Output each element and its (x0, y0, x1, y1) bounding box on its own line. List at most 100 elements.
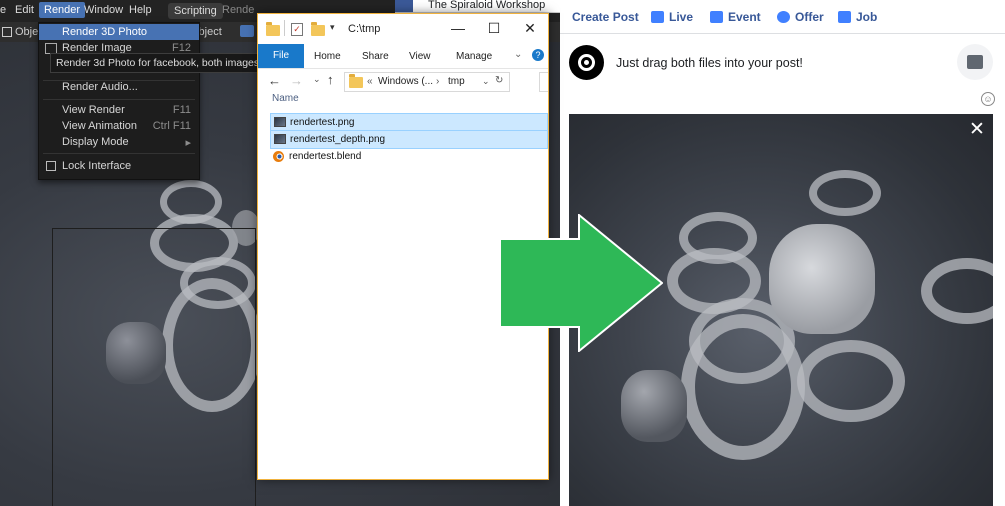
up-arrow-icon[interactable]: ↑ (327, 72, 334, 87)
menu-separator (43, 153, 195, 154)
help-icon[interactable]: ? (532, 49, 544, 61)
torus-shape (797, 340, 905, 422)
avatar[interactable] (569, 45, 604, 80)
create-post-button[interactable]: Create Post (572, 10, 639, 24)
explorer-titlebar[interactable]: ✓ ▾ C:\tmp — ☐ ✕ (258, 14, 548, 44)
minimize-icon[interactable]: — (440, 14, 476, 44)
menu-item-label: Render 3D Photo (62, 26, 147, 38)
forward-arrow-icon[interactable]: → (290, 73, 303, 88)
live-button[interactable]: Live (651, 10, 693, 24)
file-name: rendertest_depth.png (290, 134, 386, 145)
spiral-eye-icon (578, 54, 595, 71)
menu-item-render-3d-photo[interactable]: Render 3D Photo (39, 24, 199, 40)
column-header-name[interactable]: Name (272, 93, 299, 104)
recent-locations-icon[interactable]: ⌄ (313, 74, 321, 85)
camera-frame (52, 228, 256, 506)
properties-icon[interactable]: ✓ (291, 23, 303, 36)
image-file-icon (274, 134, 286, 144)
address-bar-row: ← → ⌄ ↑ « Windows (... › tmp ⌄ ↻ (258, 68, 548, 98)
torus-shape (809, 170, 881, 216)
event-button[interactable]: Event (710, 10, 761, 24)
tab-rendering[interactable]: Rende (222, 4, 254, 16)
menu-item-shortcut: Ctrl F11 (152, 120, 191, 132)
tab-home[interactable]: Home (314, 51, 341, 62)
blender-file-icon (273, 151, 284, 162)
menu-item-view-animation[interactable]: View Animation Ctrl F11 (39, 118, 199, 134)
tab-share[interactable]: Share (362, 51, 389, 62)
submenu-arrow-icon: ▸ (185, 137, 191, 149)
file-item-rendertest-depth-png[interactable]: rendertest_depth.png (270, 130, 548, 149)
menu-item-label: Lock Interface (62, 160, 132, 172)
menu-item-label: Render Audio... (62, 81, 138, 93)
expand-ribbon-icon[interactable]: ⌄ (514, 49, 522, 60)
page-title[interactable]: The Spiraloid Workshop (428, 0, 545, 11)
customize-toolbar-icon[interactable]: ▾ (330, 22, 335, 33)
cube-shape (621, 370, 687, 442)
facebook-page-header: The Spiraloid Workshop (395, 0, 568, 13)
menu-render[interactable]: Render (39, 2, 86, 18)
menu-item-shortcut: F11 (172, 104, 191, 116)
photo-icon (967, 55, 983, 69)
add-photo-button[interactable] (957, 44, 993, 80)
back-arrow-icon[interactable]: ← (268, 73, 281, 88)
address-input[interactable]: « Windows (... › tmp ⌄ ↻ (344, 72, 510, 92)
blender-logo-icon[interactable]: e (0, 4, 6, 16)
menu-item-render-audio[interactable]: Render Audio... (39, 79, 199, 95)
close-icon[interactable]: ✕ (512, 14, 548, 44)
mode-icon[interactable] (2, 27, 12, 37)
green-arrow-icon (499, 214, 663, 352)
menu-edit[interactable]: Edit (15, 4, 34, 16)
tooltip: Render 3d Photo for facebook, both image… (50, 53, 284, 73)
render-menu-dropdown: Render 3D Photo Render Image F12 Render … (38, 22, 200, 180)
event-label: Event (728, 10, 761, 24)
explorer-ribbon: File Home Share View Manage ⌄ ? (258, 44, 548, 69)
file-name: rendertest.png (290, 117, 355, 128)
post-text-input[interactable]: Just drag both files into your post! (616, 56, 803, 70)
emoji-icon[interactable]: ☺ (981, 92, 995, 106)
menu-item-view-render[interactable]: View Render F11 (39, 102, 199, 118)
percent-icon (777, 11, 790, 23)
maximize-icon[interactable]: ☐ (476, 14, 512, 44)
menu-separator (43, 99, 195, 100)
new-folder-icon[interactable] (311, 22, 325, 36)
menu-item-lock-interface[interactable]: Lock Interface (39, 158, 199, 174)
breadcrumb-overflow[interactable]: « (367, 76, 373, 87)
menu-help[interactable]: Help (129, 4, 152, 16)
job-label: Job (856, 10, 878, 24)
menu-window[interactable]: Window (84, 4, 123, 16)
tab-file[interactable]: File (258, 44, 304, 68)
tab-manage[interactable]: Manage (456, 51, 492, 62)
breadcrumb-separator[interactable]: › (436, 76, 439, 87)
menu-item-label: View Render (62, 104, 125, 116)
tooltip-text: Render 3d Photo for facebook, both image… (56, 57, 284, 69)
search-input[interactable] (539, 72, 548, 92)
folder-icon (266, 22, 280, 36)
close-icon[interactable]: ✕ (969, 118, 985, 141)
file-item-rendertest-blend[interactable]: rendertest.blend (270, 148, 548, 165)
folder-icon (349, 74, 363, 88)
offer-button[interactable]: Offer (777, 10, 824, 24)
menu-item-label: View Animation (62, 120, 138, 132)
breadcrumb-drive[interactable]: Windows (... (378, 76, 433, 87)
breadcrumb-tmp[interactable]: tmp (448, 76, 465, 87)
monkey-head-shape (769, 224, 875, 334)
calendar-icon (710, 11, 723, 23)
video-camera-icon (651, 11, 664, 23)
divider (284, 20, 285, 36)
torus-shape (681, 314, 805, 460)
live-label: Live (669, 10, 694, 24)
viewport-shading-icon[interactable] (240, 25, 254, 37)
menu-item-display-mode[interactable]: Display Mode ▸ (39, 134, 199, 150)
facebook-logo-icon[interactable] (395, 0, 413, 12)
tab-scripting[interactable]: Scripting (168, 3, 223, 19)
refresh-icon[interactable]: ↻ (495, 75, 503, 86)
image-file-icon (274, 117, 286, 127)
checkbox-icon[interactable] (46, 161, 56, 171)
divider (560, 33, 1005, 34)
address-dropdown-icon[interactable]: ⌄ (482, 76, 490, 87)
window-title: C:\tmp (348, 23, 381, 35)
menu-item-label: Display Mode (62, 136, 129, 148)
tab-view[interactable]: View (409, 51, 431, 62)
briefcase-icon (838, 11, 851, 23)
job-button[interactable]: Job (838, 10, 877, 24)
